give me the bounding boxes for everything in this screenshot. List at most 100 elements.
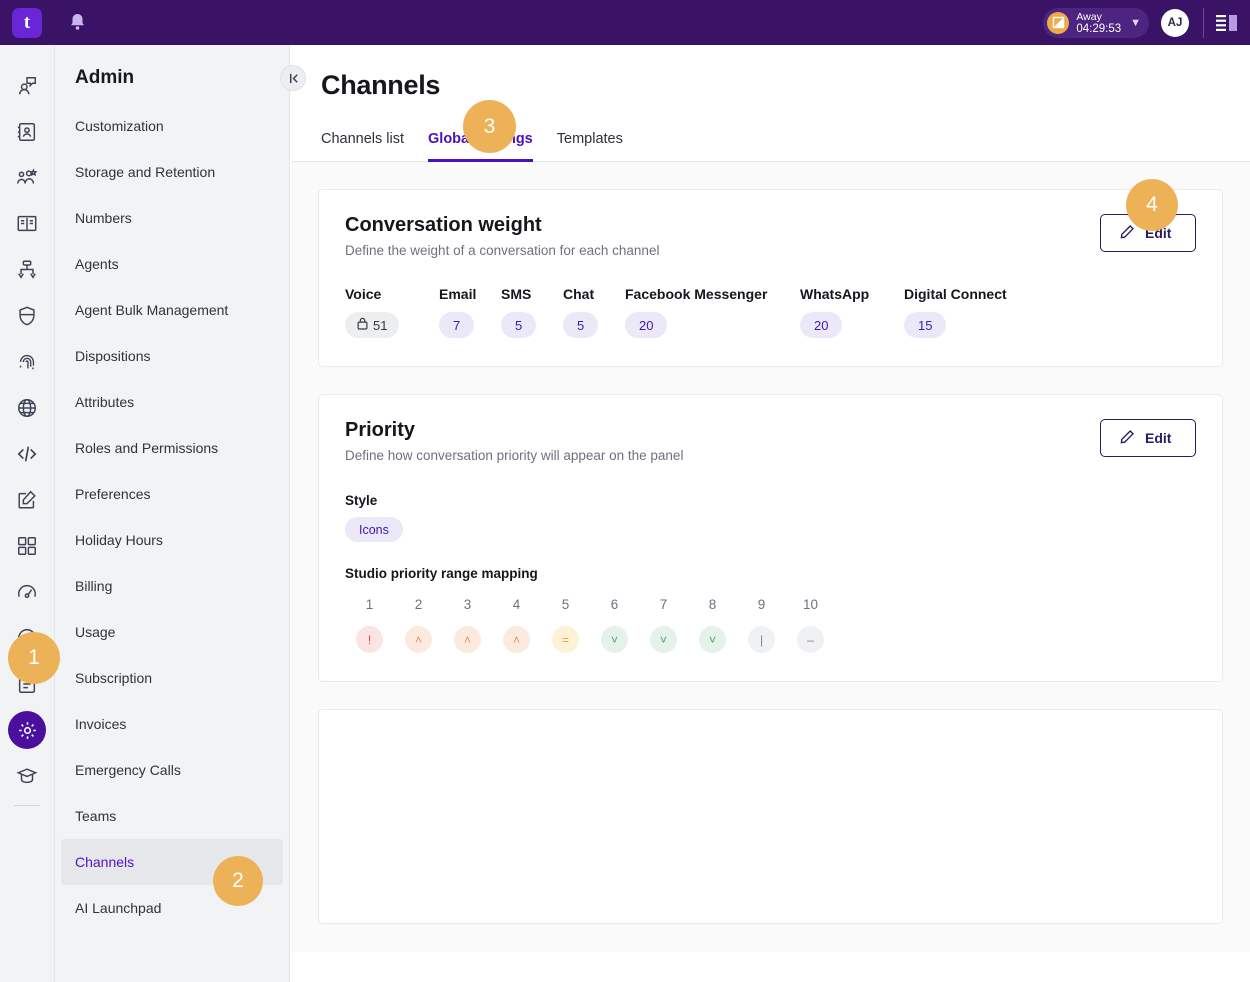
channel-name: WhatsApp xyxy=(800,286,870,302)
sidebar-item-holiday-hours[interactable]: Holiday Hours xyxy=(55,517,289,563)
collapse-sidebar-button[interactable] xyxy=(280,65,306,91)
gauge-icon[interactable] xyxy=(7,569,47,615)
sidebar-item-storage-and-retention[interactable]: Storage and Retention xyxy=(55,149,289,195)
sidebar-item-numbers[interactable]: Numbers xyxy=(55,195,289,241)
style-value: Icons xyxy=(359,522,389,537)
sidebar-menu: Customization Storage and Retention Numb… xyxy=(55,103,289,931)
chevron-down-icon: ˅ xyxy=(601,626,628,653)
sidebar-item-label: Agent Bulk Management xyxy=(75,302,229,318)
contact-book-icon[interactable] xyxy=(7,109,47,155)
sidebar-item-label: Invoices xyxy=(75,716,127,732)
fingerprint-icon[interactable] xyxy=(7,339,47,385)
priority-range-numbers: 1 2 3 4 5 6 7 8 9 10 xyxy=(345,597,1196,612)
routing-flow-icon[interactable] xyxy=(7,247,47,293)
sidebar-item-billing[interactable]: Billing xyxy=(55,563,289,609)
sidebar-item-emergency-calls[interactable]: Emergency Calls xyxy=(55,747,289,793)
channel-weight-chip[interactable]: 7 xyxy=(439,312,475,338)
channel-weight-chip[interactable]: 15 xyxy=(904,312,947,338)
channel-weight-value: 5 xyxy=(515,317,523,333)
priority-range-icons: ! ˄ ˄ ˄ = ˅ ˅ ˅ | – xyxy=(345,626,1196,653)
topbar-divider xyxy=(1203,7,1204,38)
sidebar-item-agents[interactable]: Agents xyxy=(55,241,289,287)
range-icon-slot: ˄ xyxy=(492,626,541,653)
app-logo[interactable]: t xyxy=(12,7,42,38)
range-icon-slot: ˄ xyxy=(394,626,443,653)
range-icon-slot: ˄ xyxy=(443,626,492,653)
tab-bar: Channels list Global settings Templates xyxy=(291,101,1250,162)
compose-icon[interactable] xyxy=(7,477,47,523)
page-title: Channels xyxy=(321,70,441,100)
range-icon-slot: – xyxy=(786,626,835,653)
sidebar-item-label: Agents xyxy=(75,256,119,272)
sidebar-item-attributes[interactable]: Attributes xyxy=(55,379,289,425)
avatar[interactable]: AJ xyxy=(1161,8,1189,37)
knowledge-base-icon[interactable] xyxy=(7,201,47,247)
vertical-bar-icon: | xyxy=(748,626,775,653)
chevron-down-icon[interactable]: ▼ xyxy=(1130,17,1141,29)
channel-weight-value: 15 xyxy=(918,317,933,333)
gear-icon[interactable] xyxy=(8,711,46,749)
range-icon-slot: = xyxy=(541,626,590,653)
third-settings-card xyxy=(318,709,1223,924)
sidebar-item-teams[interactable]: Teams xyxy=(55,793,289,839)
admin-sidebar: Admin Customization Storage and Retentio… xyxy=(55,45,290,982)
app-root: t Away 04:29:53 ▼ AJ Admin Customization… xyxy=(0,0,1250,982)
rail-divider xyxy=(14,805,40,806)
chevron-up-icon: ˄ xyxy=(503,626,530,653)
sidebar-item-label: Storage and Retention xyxy=(75,164,216,180)
style-value-pill: Icons xyxy=(345,517,403,542)
annotation-badge-4: 4 xyxy=(1126,179,1178,231)
priority-card: Priority Define how conversation priorit… xyxy=(318,394,1223,682)
range-number: 9 xyxy=(757,597,766,612)
tab-channels-list[interactable]: Channels list xyxy=(321,131,404,162)
channel-weight-chip[interactable]: 51 xyxy=(345,312,400,338)
bell-icon[interactable] xyxy=(69,12,86,34)
sidebar-item-invoices[interactable]: Invoices xyxy=(55,701,289,747)
sidebar-item-agent-bulk-management[interactable]: Agent Bulk Management xyxy=(55,287,289,333)
sidebar-item-dispositions[interactable]: Dispositions xyxy=(55,333,289,379)
agent-status-selector[interactable]: Away 04:29:53 ▼ xyxy=(1043,7,1149,38)
channel-weight-chip[interactable]: 20 xyxy=(800,312,843,338)
agent-assist-icon[interactable] xyxy=(7,63,47,109)
range-icon-slot: | xyxy=(737,626,786,653)
sidebar-item-customization[interactable]: Customization xyxy=(55,103,289,149)
channel-weight-whatsapp: WhatsApp 20 xyxy=(800,286,904,338)
sidebar-item-label: Channels xyxy=(75,854,135,870)
exclamation-icon: ! xyxy=(356,626,383,653)
channel-weight-chip[interactable]: 5 xyxy=(501,312,537,338)
globe-icon[interactable] xyxy=(7,385,47,431)
channel-weight-sms: SMS 5 xyxy=(501,286,563,338)
range-icon-slot: ˅ xyxy=(639,626,688,653)
annotation-badge-1: 1 xyxy=(8,632,60,684)
channel-weight-voice: Voice 51 xyxy=(345,286,439,338)
channel-weight-facebook-messenger: Facebook Messenger 20 xyxy=(625,286,800,338)
icon-rail xyxy=(0,45,55,982)
graduation-icon[interactable] xyxy=(7,753,47,799)
sidebar-item-preferences[interactable]: Preferences xyxy=(55,471,289,517)
sidebar-item-usage[interactable]: Usage xyxy=(55,609,289,655)
apps-grid-icon[interactable] xyxy=(7,523,47,569)
shield-icon[interactable] xyxy=(7,293,47,339)
channel-weight-value: 20 xyxy=(639,317,654,333)
code-icon[interactable] xyxy=(7,431,47,477)
avatar-initials: AJ xyxy=(1167,16,1183,29)
sidebar-item-subscription[interactable]: Subscription xyxy=(55,655,289,701)
channel-weight-chat: Chat 5 xyxy=(563,286,625,338)
sidebar-item-roles-and-permissions[interactable]: Roles and Permissions xyxy=(55,425,289,471)
card-title: Priority xyxy=(345,419,416,441)
tab-templates[interactable]: Templates xyxy=(557,131,623,162)
channel-weight-chip[interactable]: 20 xyxy=(625,312,668,338)
channel-weight-chip[interactable]: 5 xyxy=(563,312,599,338)
edit-button-label: Edit xyxy=(1145,430,1172,446)
panel-toggle-icon[interactable] xyxy=(1216,14,1238,32)
equals-icon: = xyxy=(552,626,579,653)
teams-icon[interactable] xyxy=(7,155,47,201)
agent-status-text: Away 04:29:53 xyxy=(1076,11,1121,35)
main-content: Channels Channels list Global settings T… xyxy=(291,45,1250,982)
edit-priority-button[interactable]: Edit xyxy=(1100,419,1196,457)
chevron-up-icon: ˄ xyxy=(454,626,481,653)
channel-name: Chat xyxy=(563,286,595,302)
style-label: Style xyxy=(345,493,378,508)
channel-name: Email xyxy=(439,286,477,302)
app-logo-text: t xyxy=(23,12,31,33)
